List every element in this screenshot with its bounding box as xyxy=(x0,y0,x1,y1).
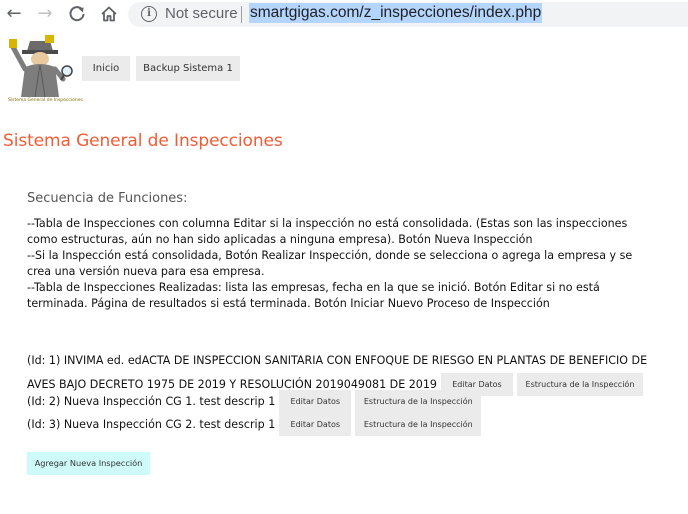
add-inspection-button[interactable]: Agregar Nueva Inspección xyxy=(27,452,150,475)
inspection-text: (Id: 1) INVIMA ed. edACTA DE INSPECCION … xyxy=(27,354,648,367)
menu-backup-button[interactable]: Backup Sistema 1 xyxy=(136,56,240,81)
sequence-line: crea una versión nueva para esa empresa. xyxy=(27,265,265,278)
page-title: Sistema General de Inspecciones xyxy=(3,131,283,151)
edit-data-button[interactable]: Editar Datos xyxy=(279,413,352,436)
home-icon[interactable] xyxy=(97,3,121,25)
inspection-item: (Id: 3) Nueva Inspección CG 2. test desc… xyxy=(27,413,482,436)
inspection-item: (Id: 2) Nueva Inspección CG 1. test desc… xyxy=(27,390,482,413)
logo-caption: Sistema General de Inspecciones xyxy=(8,98,83,103)
edit-data-button[interactable]: Editar Datos xyxy=(279,390,352,413)
inspection-structure-button[interactable]: Estructura de la Inspección xyxy=(516,373,643,396)
inspection-text: (Id: 2) Nueva Inspección CG 1. test desc… xyxy=(27,395,276,408)
inspection-structure-button[interactable]: Estructura de la Inspección xyxy=(355,413,482,436)
info-icon[interactable]: i xyxy=(141,6,157,22)
menu-inicio-button[interactable]: Inicio xyxy=(82,56,130,81)
inspection-text: (Id: 3) Nueva Inspección CG 2. test desc… xyxy=(27,418,276,431)
reload-icon[interactable] xyxy=(65,3,89,25)
url-text[interactable]: smartgigas.com/z_inspecciones/index.php xyxy=(249,3,543,23)
back-icon[interactable]: ← xyxy=(2,3,26,25)
sequence-line: --Tabla de Inspecciones con columna Edit… xyxy=(27,217,628,230)
sequence-description: --Tabla de Inspecciones con columna Edit… xyxy=(27,216,657,312)
security-label: Not secure xyxy=(165,5,238,22)
inspector-logo-icon[interactable] xyxy=(7,33,73,105)
sequence-line: --Tabla de Inspecciones Realizadas: list… xyxy=(27,281,600,294)
sequence-line: --Si la Inspección está consolidada, Bot… xyxy=(27,249,633,262)
sequence-line: terminada. Página de resultados si está … xyxy=(27,297,550,310)
forward-icon[interactable]: → xyxy=(33,3,57,25)
omnibox-divider xyxy=(241,6,242,23)
browser-toolbar: ← → i Not secure smartgigas.com/z_inspec… xyxy=(0,0,688,30)
sequence-heading: Secuencia de Funciones: xyxy=(27,191,188,206)
address-bar[interactable]: i Not secure smartgigas.com/z_inspeccion… xyxy=(128,2,688,27)
sequence-line: como estructuras, aún no han sido aplica… xyxy=(27,233,533,246)
inspection-structure-button[interactable]: Estructura de la Inspección xyxy=(355,390,482,413)
